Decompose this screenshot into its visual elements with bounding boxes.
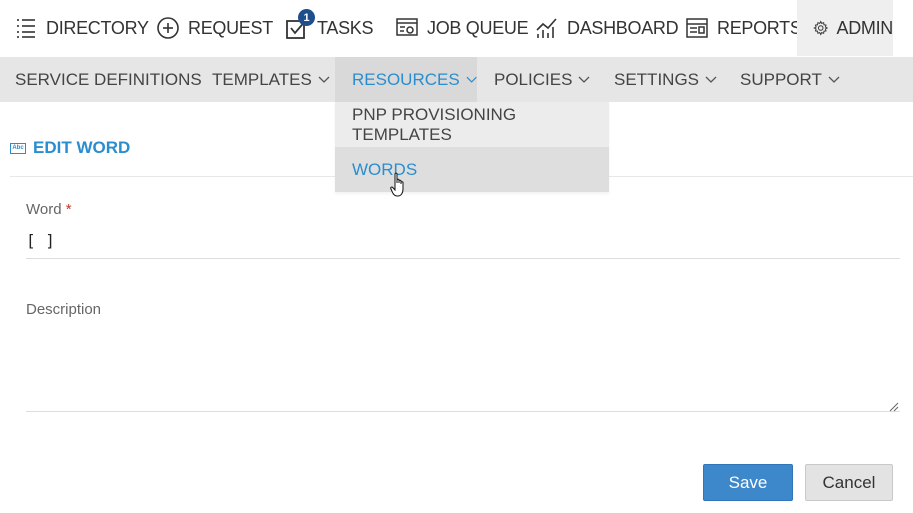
subnav-templates[interactable]: TEMPLATES: [212, 57, 330, 102]
nav-dashboard-label: DASHBOARD: [567, 17, 679, 38]
gear-icon: [813, 20, 829, 36]
nav-reports[interactable]: REPORTS: [685, 0, 802, 56]
subnav-resources-label: RESOURCES: [352, 69, 460, 89]
list-icon: [17, 19, 35, 38]
subnav-support-label: SUPPORT: [740, 69, 822, 89]
admin-subnavigation: SERVICE DEFINITIONS TEMPLATES RESOURCES …: [0, 57, 913, 102]
nav-request-label: REQUEST: [188, 17, 273, 38]
report-icon: [686, 18, 708, 38]
chevron-down-icon: [578, 76, 590, 83]
nav-admin[interactable]: ADMIN: [797, 0, 893, 56]
subnav-service-definitions-label: SERVICE DEFINITIONS: [15, 69, 202, 89]
resources-dropdown-menu: PNP PROVISIONING TEMPLATES WORDS: [335, 102, 609, 192]
nav-directory-label: DIRECTORY: [46, 17, 149, 38]
chevron-down-icon: [705, 76, 717, 83]
nav-tasks-label: TASKS: [317, 17, 374, 38]
menu-item-words[interactable]: WORDS: [335, 147, 609, 192]
page-title: EDIT WORD: [33, 138, 131, 157]
description-underline: [26, 411, 900, 412]
subnav-templates-label: TEMPLATES: [212, 69, 312, 89]
word-label-text: Word: [26, 201, 62, 218]
subnav-settings[interactable]: SETTINGS: [614, 57, 717, 102]
description-textarea[interactable]: [26, 325, 900, 411]
chart-icon: [536, 18, 557, 38]
hand-pointer-cursor-icon: [390, 172, 404, 197]
word-input-underline: [26, 258, 900, 259]
plus-circle-icon: [157, 17, 179, 39]
subnav-service-definitions[interactable]: SERVICE DEFINITIONS: [15, 57, 202, 102]
nav-reports-label: REPORTS: [717, 17, 802, 38]
word-label: Word *: [26, 201, 72, 218]
word-input[interactable]: [ ]: [26, 231, 55, 250]
nav-dashboard[interactable]: DASHBOARD: [535, 0, 679, 56]
required-asterisk: *: [65, 201, 72, 218]
tasks-count-badge: 1: [298, 9, 315, 26]
page-header: Abc EDIT WORD: [10, 138, 130, 158]
top-navigation: DIRECTORY REQUEST TASKS 1 JOB QUEUE DASH…: [0, 0, 913, 56]
job-queue-icon: [396, 18, 418, 36]
text-field-icon: Abc: [10, 142, 26, 154]
cancel-button[interactable]: Cancel: [805, 464, 893, 501]
chevron-down-icon: [828, 76, 840, 83]
subnav-policies[interactable]: POLICIES: [494, 57, 590, 102]
subnav-resources[interactable]: RESOURCES: [335, 57, 477, 102]
nav-tasks[interactable]: TASKS: [285, 0, 373, 56]
description-label: Description: [26, 301, 102, 318]
chevron-down-icon: [318, 76, 330, 83]
resize-handle-icon[interactable]: [887, 400, 899, 412]
chevron-down-icon: [466, 76, 477, 83]
subnav-policies-label: POLICIES: [494, 69, 573, 89]
menu-item-pnp-provisioning-templates[interactable]: PNP PROVISIONING TEMPLATES: [335, 102, 609, 147]
nav-job-queue-label: JOB QUEUE: [427, 17, 529, 38]
subnav-support[interactable]: SUPPORT: [740, 57, 840, 102]
nav-job-queue[interactable]: JOB QUEUE: [395, 0, 529, 56]
nav-request[interactable]: REQUEST: [156, 0, 273, 56]
save-button[interactable]: Save: [703, 464, 793, 501]
nav-directory[interactable]: DIRECTORY: [14, 0, 149, 56]
subnav-settings-label: SETTINGS: [614, 69, 700, 89]
nav-admin-label: ADMIN: [836, 17, 894, 38]
